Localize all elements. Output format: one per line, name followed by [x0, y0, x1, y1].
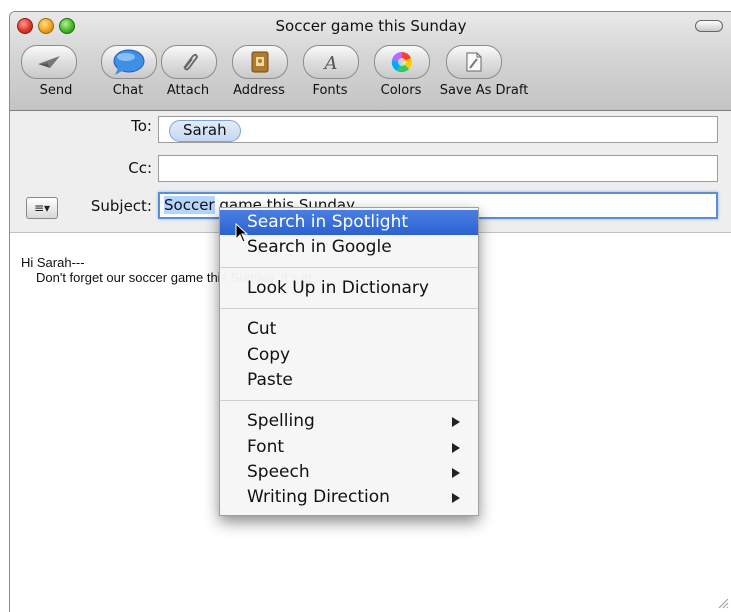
mouse-pointer-icon — [235, 223, 249, 243]
fonts-button[interactable]: A — [303, 45, 359, 79]
chat-button[interactable] — [101, 45, 157, 79]
to-label: To: — [131, 117, 152, 135]
to-field[interactable]: Sarah — [158, 116, 718, 143]
save-as-draft-button[interactable] — [446, 45, 502, 79]
send-icon — [38, 56, 60, 68]
submenu-arrow-icon — [452, 417, 460, 427]
fonts-icon: A — [323, 53, 338, 73]
colors-label: Colors — [380, 83, 422, 98]
cc-label: Cc: — [128, 159, 152, 177]
menu-item-search-spotlight[interactable]: Search in Spotlight — [220, 210, 478, 235]
menu-item-look-up-dictionary[interactable]: Look Up in Dictionary — [220, 276, 478, 301]
menu-item-paste[interactable]: Paste — [220, 368, 478, 393]
submenu-arrow-icon — [452, 493, 460, 503]
cc-field[interactable] — [158, 155, 718, 182]
send-button[interactable] — [21, 45, 77, 79]
window-title: Soccer game this Sunday — [275, 17, 467, 35]
body-line-1: Hi Sarah--- — [21, 255, 85, 270]
menu-item-speech[interactable]: Speech — [220, 460, 478, 485]
menu-separator — [220, 400, 478, 401]
menu-item-spelling[interactable]: Spelling — [220, 409, 478, 434]
address-label: Address — [233, 83, 285, 98]
header-options-popup[interactable]: ≡▾ — [26, 197, 58, 219]
context-menu: Search in Spotlight Search in Google Loo… — [219, 207, 479, 516]
save-as-draft-label: Save As Draft — [439, 83, 529, 98]
menu-item-cut[interactable]: Cut — [220, 317, 478, 342]
menu-separator — [220, 308, 478, 309]
recipient-token[interactable]: Sarah — [169, 120, 241, 142]
subject-label: Subject: — [90, 197, 152, 215]
attach-button[interactable] — [161, 45, 217, 79]
resize-grip-icon — [718, 598, 729, 609]
menu-item-font[interactable]: Font — [220, 435, 478, 460]
fonts-label: Fonts — [312, 83, 348, 98]
chat-icon — [113, 49, 145, 75]
draft-document-icon — [466, 52, 482, 72]
menu-separator — [220, 267, 478, 268]
address-book-icon — [251, 51, 269, 73]
svg-text:A: A — [323, 53, 338, 73]
submenu-arrow-icon — [452, 468, 460, 478]
colors-button[interactable] — [374, 45, 430, 79]
color-wheel-icon — [391, 51, 412, 73]
toolbar-toggle-button[interactable] — [695, 20, 723, 32]
address-button[interactable] — [232, 45, 288, 79]
menu-item-writing-direction[interactable]: Writing Direction — [220, 485, 478, 510]
title-bar: Soccer game this Sunday Send Chat Attach… — [10, 12, 731, 111]
send-label: Send — [39, 83, 73, 98]
subject-selected-text: Soccer — [164, 196, 215, 214]
submenu-arrow-icon — [452, 443, 460, 453]
paperclip-icon — [183, 53, 198, 71]
menu-item-copy[interactable]: Copy — [220, 343, 478, 368]
menu-item-search-google[interactable]: Search in Google — [220, 235, 478, 260]
attach-label: Attach — [166, 83, 210, 98]
chat-label: Chat — [112, 83, 144, 98]
